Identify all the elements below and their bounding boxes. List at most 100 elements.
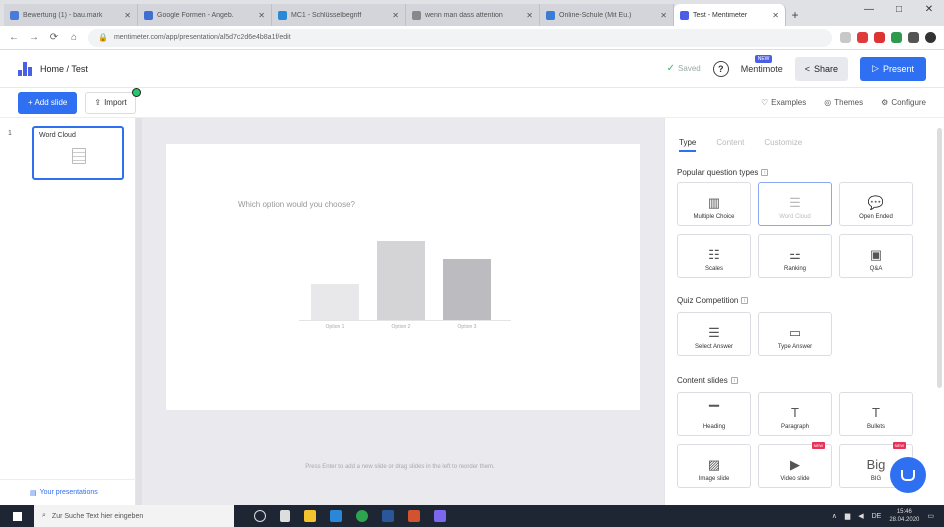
question-type-tile[interactable]: ▥ Multiple Choice (677, 182, 751, 226)
slides-scrollbar[interactable] (136, 118, 142, 505)
new-tab-button[interactable]: + (786, 4, 804, 26)
import-button[interactable]: ⇪ Import (85, 87, 141, 114)
question-type-tile[interactable]: ☰ Select Answer (677, 312, 751, 356)
question-type-tile[interactable]: ⚍ Ranking (758, 234, 832, 278)
bullets-icon: T (872, 405, 880, 420)
add-slide-button[interactable]: + Add slide (18, 91, 78, 114)
app-header: Home / Test ✓ Saved ? Mentimote NEW < Sh… (0, 50, 944, 88)
ranking-icon: ⚍ (789, 247, 801, 262)
info-icon[interactable]: i (741, 297, 749, 304)
chevron-up-icon[interactable]: ∧ (832, 512, 837, 520)
cortana-icon[interactable] (254, 510, 266, 522)
share-button[interactable]: < Share (794, 56, 849, 81)
language-indicator[interactable]: DE (872, 513, 882, 520)
browser-tab[interactable]: wenn man dass attention ✕ (406, 4, 540, 26)
mentimote-link[interactable]: Mentimote NEW (741, 54, 783, 74)
url-field[interactable]: 🔒 mentimeter.com/app/presentation/al5d7c… (88, 28, 832, 47)
chat-help-button[interactable] (890, 457, 926, 493)
question-type-tile[interactable]: ▶ Video slide NEW (758, 442, 832, 488)
word-icon[interactable] (382, 510, 394, 522)
slide-preview[interactable]: Which option would you choose? Option 1 O… (166, 144, 640, 410)
mentimeter-logo-icon[interactable] (18, 61, 32, 76)
big-text-icon: Big (866, 457, 886, 472)
question-type-label: Word Cloud (779, 214, 811, 220)
help-icon[interactable]: ? (712, 60, 729, 77)
bar-chart-icon: ▥ (707, 195, 721, 210)
breadcrumb[interactable]: Home / Test (40, 64, 88, 74)
taskbar-search[interactable]: ⌕ Zur Suche Text hier eingeben (34, 505, 234, 527)
close-tab-icon[interactable]: ✕ (526, 11, 533, 20)
file-explorer-icon[interactable] (304, 510, 316, 522)
maximize-button[interactable]: □ (884, 0, 914, 22)
close-tab-icon[interactable]: ✕ (772, 11, 779, 20)
reload-button[interactable]: ⟳ (48, 32, 60, 43)
chrome-icon[interactable] (356, 510, 368, 522)
extension-icon[interactable] (874, 32, 885, 43)
extension-icon[interactable] (891, 32, 902, 43)
browser-tab[interactable]: Test - Mentimeter ✕ (674, 4, 786, 26)
your-presentations-link[interactable]: ▤ Your presentations (0, 479, 136, 505)
question-type-tile[interactable]: 💬 Open Ended (839, 182, 913, 226)
chart-bar-label: Option 1 (325, 324, 345, 330)
app-icon[interactable] (434, 510, 446, 522)
new-badge: NEW (811, 442, 825, 449)
question-type-tile[interactable]: T Paragraph (758, 392, 832, 436)
themes-button[interactable]: ◎ Themes (824, 98, 863, 107)
clock[interactable]: 15:46 28.04.2020 (889, 508, 919, 524)
window-controls: — □ ✕ (854, 0, 944, 22)
tab-type[interactable]: Type (679, 138, 697, 152)
browser-tab[interactable]: Google Formen - Angeb. ✕ (138, 4, 272, 26)
question-type-tile[interactable]: ☷ Scales (677, 234, 751, 278)
question-type-tile[interactable]: ▨ Image slide (677, 444, 751, 488)
volume-icon[interactable]: ◀ (858, 512, 863, 520)
start-button[interactable] (0, 505, 34, 527)
task-view-icon[interactable] (280, 510, 290, 522)
extension-icon[interactable] (857, 32, 868, 43)
profile-avatar[interactable] (925, 32, 936, 43)
close-tab-icon[interactable]: ✕ (258, 11, 265, 20)
star-icon[interactable] (840, 32, 851, 43)
notifications-icon[interactable]: ▭ (927, 512, 934, 520)
chart-bar-label: Option 3 (457, 324, 477, 330)
tab-content[interactable]: Content (716, 138, 744, 152)
app-icon[interactable] (330, 510, 342, 522)
browser-tab[interactable]: Bewertung (1) - bau.mark ✕ (4, 4, 138, 26)
extension-icon[interactable] (908, 32, 919, 43)
close-window-button[interactable]: ✕ (914, 0, 944, 22)
browser-tab[interactable]: MC1 - Schlüsselbegriff ✕ (272, 4, 406, 26)
question-type-tile[interactable]: ▔ Heading (677, 392, 751, 436)
examples-button[interactable]: ♡ Examples (761, 98, 806, 107)
browser-tab[interactable]: Online-Schule (Mit Eu.) ✕ (540, 4, 674, 26)
browser-tab-title: wenn man dass attention (425, 11, 503, 19)
present-button[interactable]: ▷ Present (860, 56, 926, 81)
powerpoint-icon[interactable] (408, 510, 420, 522)
close-tab-icon[interactable]: ✕ (660, 11, 667, 20)
home-button[interactable]: ⌂ (68, 32, 80, 43)
sliders-icon: ☷ (708, 247, 720, 262)
word-cloud-icon: ☰ (789, 195, 801, 210)
question-type-tile[interactable]: ▣ Q&A (839, 234, 913, 278)
close-tab-icon[interactable]: ✕ (124, 11, 131, 20)
close-tab-icon[interactable]: ✕ (392, 11, 399, 20)
panel-scrollbar[interactable] (937, 128, 942, 388)
info-icon[interactable]: i (761, 169, 769, 176)
network-icon[interactable]: ▆ (845, 512, 850, 520)
type-answer-icon: ▭ (788, 325, 802, 340)
configure-button[interactable]: ⚙ Configure (881, 98, 926, 107)
slide-thumbnail[interactable]: Word Cloud (32, 126, 124, 180)
question-type-tile[interactable]: ▭ Type Answer (758, 312, 832, 356)
question-type-tile[interactable]: T Bullets (839, 392, 913, 436)
question-type-label: Heading (702, 424, 726, 430)
browser-tab-strip: Bewertung (1) - bau.mark ✕ Google Formen -… (0, 0, 944, 26)
info-icon[interactable]: i (730, 377, 738, 384)
browser-tab-title: Test - Mentimeter (693, 11, 748, 19)
question-type-tile[interactable]: ☰ Word Cloud (758, 182, 832, 226)
tab-customize[interactable]: Customize (764, 138, 802, 152)
forward-button[interactable]: → (28, 32, 40, 43)
canvas-hint: Press Enter to add a new slide or drag s… (305, 464, 495, 470)
chart-bar (311, 284, 359, 320)
minimize-button[interactable]: — (854, 0, 884, 22)
taskbar-apps (254, 510, 446, 522)
back-button[interactable]: ← (8, 32, 20, 43)
windows-taskbar: ⌕ Zur Suche Text hier eingeben ∧ ▆ ◀ DE … (0, 505, 944, 527)
